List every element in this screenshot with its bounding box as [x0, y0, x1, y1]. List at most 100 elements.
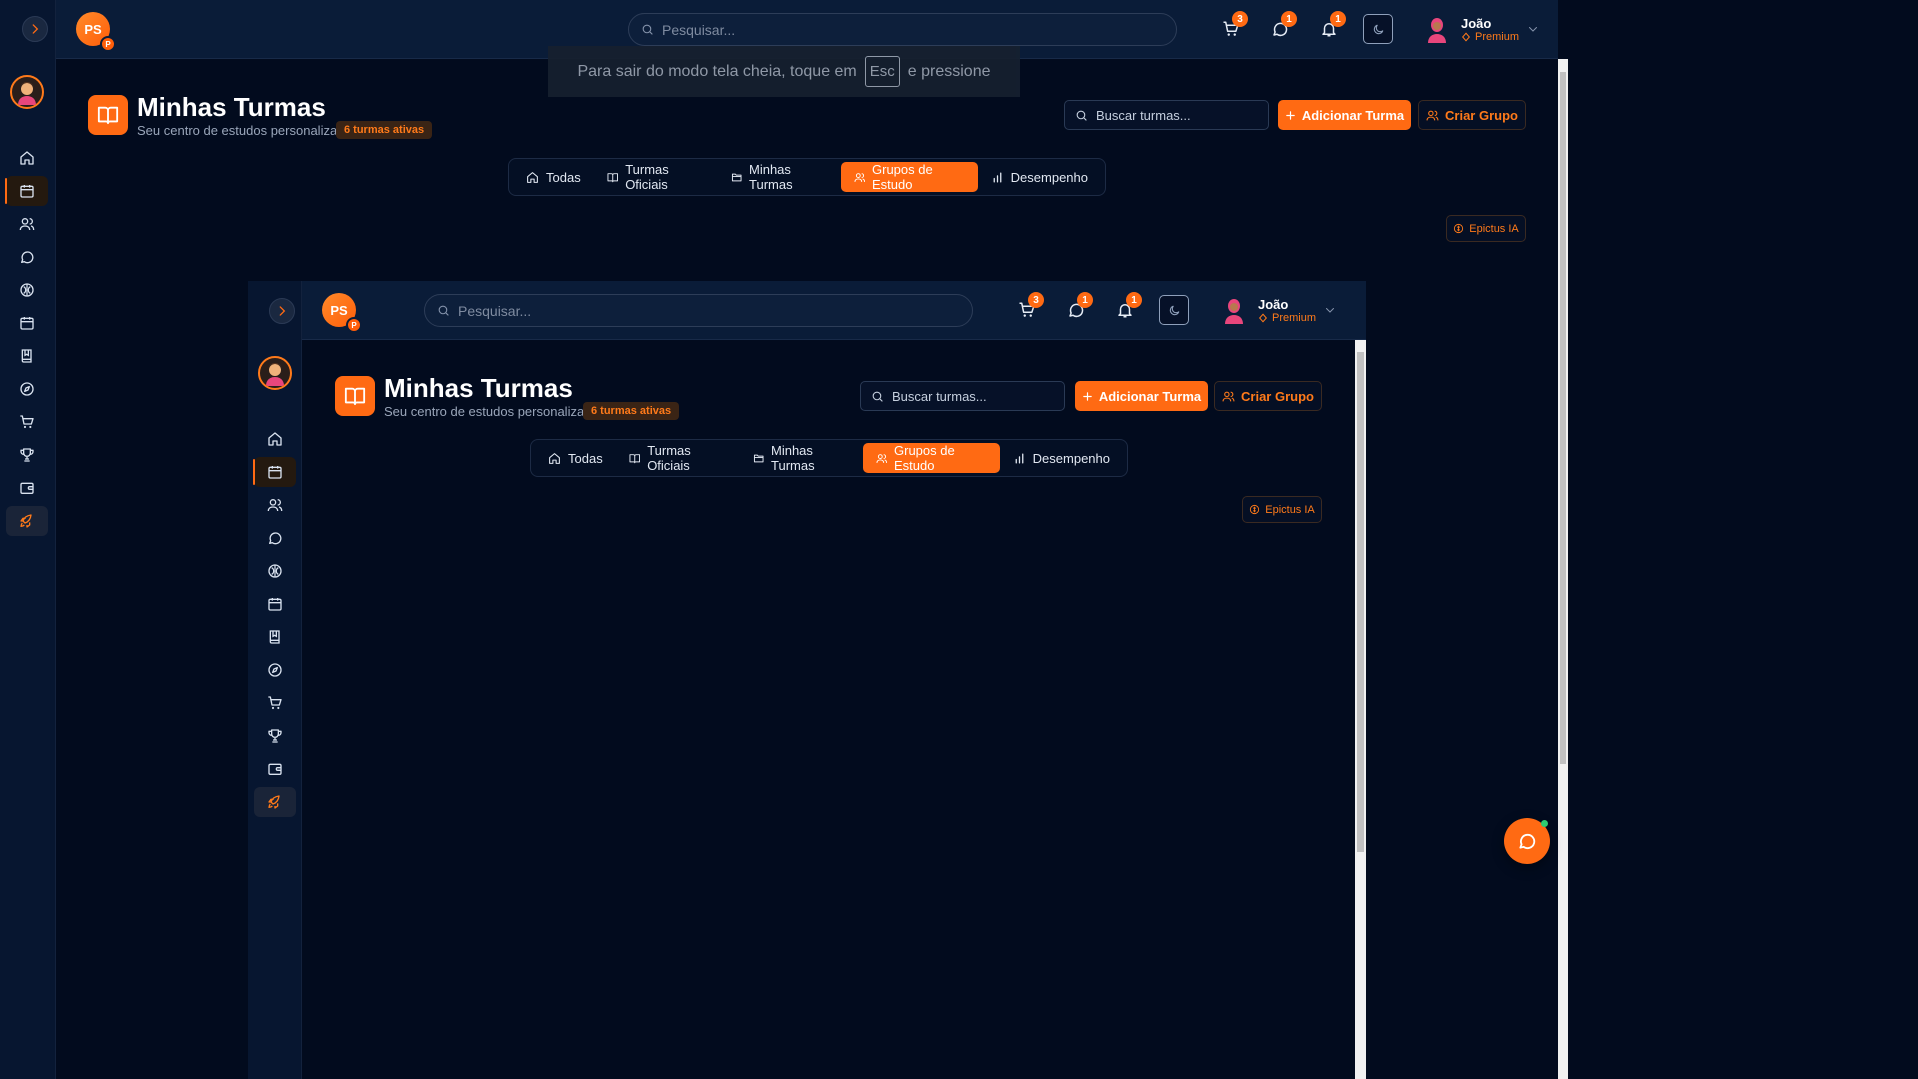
nested-user-menu-chevron[interactable] [1323, 303, 1337, 317]
sidebar-item-brain[interactable] [6, 275, 48, 305]
sidebar-item-store[interactable] [6, 407, 48, 437]
tab-grupos-de-estudo[interactable]: Grupos de Estudo [840, 162, 978, 192]
sidebar-item-calendar[interactable] [6, 308, 48, 338]
user-menu-chevron[interactable] [1526, 22, 1540, 36]
sidebar-item-home[interactable] [6, 143, 48, 173]
nested-create-group-button[interactable]: Criar Grupo [1214, 381, 1322, 411]
sidebar-item-brain[interactable] [254, 556, 296, 586]
cart-button[interactable]: 3 [1220, 11, 1248, 40]
nested-add-class-button[interactable]: Adicionar Turma [1075, 381, 1208, 411]
theme-toggle-button[interactable] [1363, 14, 1393, 44]
epictus-ai-button[interactable]: Epictus IA [1446, 215, 1526, 242]
tab-minhas-turmas[interactable]: Minhas Turmas [740, 443, 863, 473]
tab-grupos-de-estudo[interactable]: Grupos de Estudo [862, 443, 1000, 473]
tab-minhas-turmas[interactable]: Minhas Turmas [718, 162, 841, 192]
brain-icon [267, 563, 283, 579]
nested-class-search-input[interactable]: Buscar turmas... [860, 381, 1065, 411]
users-icon [1426, 109, 1439, 122]
search-icon [641, 23, 654, 36]
sidebar-item-achievements[interactable] [254, 721, 296, 751]
nested-cart-button[interactable]: 3 [1016, 292, 1044, 321]
brand-logo[interactable]: PS P [76, 12, 116, 52]
tab-label: Turmas Oficiais [647, 443, 691, 473]
class-search-placeholder: Buscar turmas... [892, 388, 987, 404]
tab-desempenho[interactable]: Desempenho [1000, 443, 1123, 473]
users-icon [19, 216, 35, 232]
users-icon [854, 171, 866, 184]
nested-scrollbar-thumb[interactable] [1357, 352, 1364, 852]
nested-user-avatar[interactable] [1223, 297, 1245, 324]
sidebar-item-achievements[interactable] [6, 440, 48, 470]
sidebar-item-messages[interactable] [254, 523, 296, 553]
nested-sidebar-toggle-button[interactable] [269, 298, 295, 324]
folder-icon [731, 171, 742, 184]
user-avatar[interactable] [1426, 16, 1448, 43]
sidebar-item-users[interactable] [6, 209, 48, 239]
sidebar-item-library[interactable] [254, 622, 296, 652]
page-icon [88, 95, 128, 135]
nested-brand-logo[interactable]: PS P [322, 293, 362, 333]
tab-desempenho[interactable]: Desempenho [978, 162, 1101, 192]
sidebar-item-explore[interactable] [6, 374, 48, 404]
sidebar-item-messages[interactable] [6, 242, 48, 272]
sidebar-item-calendar[interactable] [254, 589, 296, 619]
messages-button[interactable]: 1 [1269, 11, 1297, 40]
brain-icon [19, 282, 35, 298]
sidebar-item-users[interactable] [254, 490, 296, 520]
nested-epictus-ai-button[interactable]: Epictus IA [1242, 496, 1322, 523]
users-icon [876, 452, 888, 465]
global-search-input[interactable]: Pesquisar... [628, 13, 1177, 46]
sidebar-item-wallet[interactable] [254, 754, 296, 784]
nested-messages-button[interactable]: 1 [1065, 292, 1093, 321]
book-open-icon [344, 385, 366, 407]
book-open-icon [97, 104, 119, 126]
tab-todas[interactable]: Todas [513, 162, 594, 192]
plus-icon [1082, 391, 1093, 402]
sidebar-item-rocket[interactable] [6, 506, 48, 536]
notifications-button[interactable]: 1 [1318, 11, 1346, 40]
esc-key: Esc [864, 56, 900, 87]
compass-icon [267, 662, 283, 678]
sidebar-item-turmas[interactable] [253, 457, 296, 487]
tab-todas[interactable]: Todas [535, 443, 616, 473]
tab-label: Desempenho [1010, 169, 1088, 185]
sidebar-item-explore[interactable] [254, 655, 296, 685]
user-name: João [1461, 16, 1492, 31]
compass-icon [19, 381, 35, 397]
page-scrollbar-thumb[interactable] [1560, 72, 1566, 764]
sidebar-profile-avatar[interactable] [10, 75, 44, 109]
sidebar-item-wallet[interactable] [6, 473, 48, 503]
tab-label: Desempenho [1032, 450, 1110, 466]
calendar-icon [267, 596, 283, 612]
tab-turmas-oficiais[interactable]: Turmas Oficiais [616, 443, 740, 473]
nested-global-search-input[interactable]: Pesquisar... [424, 294, 973, 327]
nested-user-plan: Premium [1258, 312, 1316, 324]
diamond-icon [1461, 32, 1471, 42]
calendar-icon [19, 315, 35, 331]
sidebar-item-store[interactable] [254, 688, 296, 718]
page-subtitle: Seu centro de estudos personalizado [137, 123, 352, 138]
nested-theme-toggle-button[interactable] [1159, 295, 1189, 325]
sidebar-item-turmas[interactable] [5, 176, 48, 206]
sidebar-item-home[interactable] [254, 424, 296, 454]
sidebar-toggle-button[interactable] [22, 16, 48, 42]
message-icon [267, 530, 283, 546]
brand-initials: PS [330, 302, 348, 318]
class-search-placeholder: Buscar turmas... [1096, 107, 1191, 123]
chat-fab-button[interactable] [1504, 818, 1550, 864]
messages-count-badge: 1 [1281, 11, 1297, 27]
tab-label: Turmas Oficiais [625, 162, 669, 192]
add-class-button[interactable]: Adicionar Turma [1278, 100, 1411, 130]
tab-label: Minhas Turmas [749, 162, 793, 192]
nested-sidebar-profile-avatar[interactable] [258, 356, 292, 390]
ai-icon [1249, 504, 1260, 515]
tab-turmas-oficiais[interactable]: Turmas Oficiais [594, 162, 718, 192]
active-count-badge: 6 turmas ativas [336, 121, 433, 139]
sidebar-item-library[interactable] [6, 341, 48, 371]
class-search-input[interactable]: Buscar turmas... [1064, 100, 1269, 130]
nested-notifications-button[interactable]: 1 [1114, 292, 1142, 321]
brand-sub-badge: P [100, 36, 116, 52]
search-icon [871, 390, 884, 403]
create-group-button[interactable]: Criar Grupo [1418, 100, 1526, 130]
sidebar-item-rocket[interactable] [254, 787, 296, 817]
